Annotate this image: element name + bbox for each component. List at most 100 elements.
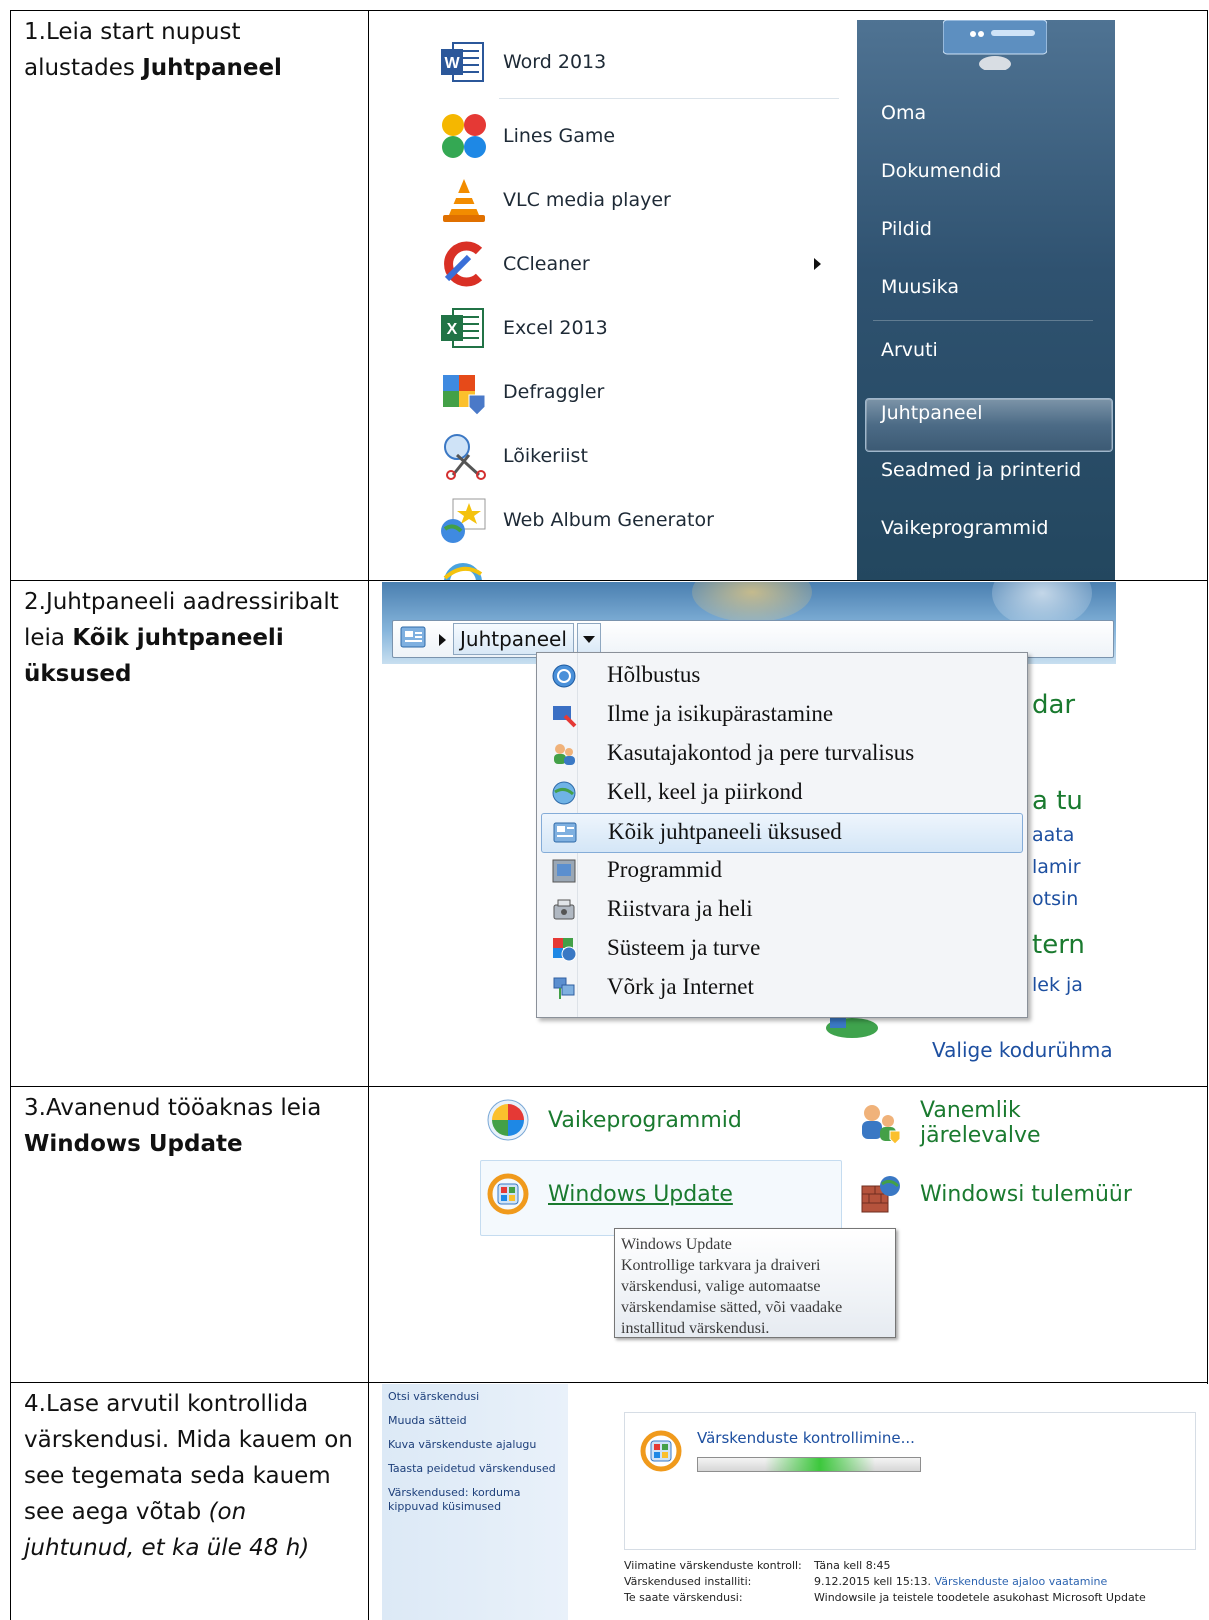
windows-update-icon (639, 1429, 683, 1473)
background-fragment: tern (1032, 930, 1085, 960)
place-vaikeprogrammid[interactable]: Vaikeprogrammid (881, 517, 1048, 539)
menu-item-riistvara[interactable]: Riistvara ja heli (541, 891, 1021, 929)
background-fragment: aata (1032, 824, 1075, 846)
menu-item-kell[interactable]: Kell, keel ja piirkond (541, 774, 1021, 812)
background-fragment: lek ja (1032, 974, 1083, 996)
table-border-top (10, 10, 1207, 11)
network-icon (551, 975, 577, 1001)
cp-item-vanemlik-jarelevalve[interactable]: Vanemlik järelevalve (858, 1098, 1148, 1148)
table-border-right (1207, 10, 1208, 1620)
start-menu-separator (499, 98, 839, 99)
sidebar-link-kkk[interactable]: Värskendused: korduma kippuvad küsimused (388, 1486, 564, 1514)
cp-item-label: Vaikeprogrammid (548, 1107, 742, 1133)
cp-item-windows-update[interactable]: Windows Update (486, 1172, 733, 1216)
snipping-tool-icon (439, 431, 489, 481)
menu-item-koik-juhtpaneeli-uksused[interactable]: Kõik juhtpaneeli üksused (541, 813, 1023, 853)
svg-text:W: W (444, 55, 460, 72)
homegroup-link[interactable]: Valige kodurühma (932, 1038, 1113, 1062)
background-fragment: otsin (1032, 888, 1079, 910)
place-oma[interactable]: Oma (881, 102, 926, 124)
menu-item-programmid[interactable]: Programmid (541, 852, 1021, 890)
control-panel-items-screenshot: Vaikeprogrammid Vanemlik järelevalve Win… (468, 1090, 1148, 1350)
windows-update-tooltip: Windows Update Kontrollige tarkvara ja d… (614, 1228, 896, 1338)
ccleaner-icon (439, 239, 489, 289)
start-item-excel[interactable]: X Excel 2013 (437, 296, 857, 360)
programs-icon (551, 858, 577, 884)
info-value-last-check: Täna kell 8:45 (814, 1559, 891, 1572)
menu-item-label: Kasutajakontod ja pere turvalisus (607, 740, 915, 765)
defraggler-icon (439, 367, 489, 417)
place-pildid[interactable]: Pildid (881, 218, 932, 240)
menu-item-label: Programmid (607, 857, 722, 882)
word-icon: W (439, 37, 489, 87)
menu-item-label: Võrk ja Internet (607, 974, 754, 999)
menu-item-vork[interactable]: Võrk ja Internet (541, 969, 1021, 1007)
cp-item-label: Windowsi tulemüür (920, 1181, 1132, 1207)
start-item-vlc[interactable]: VLC media player (437, 168, 857, 232)
table-border-row2 (10, 1086, 1207, 1087)
sidebar-link-ajalugu[interactable]: Kuva värskenduste ajalugu (388, 1438, 564, 1452)
progress-bar-fill (765, 1458, 875, 1471)
breadcrumb-juhtpaneel[interactable]: Juhtpaneel (453, 623, 574, 655)
place-arvuti[interactable]: Arvuti (881, 339, 938, 361)
svg-text:X: X (447, 321, 458, 338)
place-muusika[interactable]: Muusika (881, 276, 959, 298)
view-update-history-link[interactable]: Värskenduste ajaloo vaatamine (935, 1575, 1108, 1588)
control-panel-icon (399, 625, 427, 651)
start-item-snipping-tool[interactable]: Lõikeriist (437, 424, 857, 488)
firewall-icon (858, 1172, 902, 1216)
chevron-down-icon[interactable] (577, 623, 601, 655)
menu-item-label: Hõlbustus (607, 662, 701, 687)
info-label-receive: Te saate värskendusi: (624, 1591, 743, 1604)
start-item-label: VLC media player (503, 189, 671, 211)
start-item-label: CCleaner (503, 253, 590, 275)
step-3-text: 3.Avanenud tööaknas leia Windows Update (24, 1095, 322, 1157)
place-juhtpaneel[interactable]: Juhtpaneel (881, 402, 983, 424)
windows-update-icon (486, 1172, 530, 1216)
sidebar-link-muuda-satteid[interactable]: Muuda sätteid (388, 1414, 564, 1428)
user-accounts-icon (551, 741, 577, 767)
menu-item-susteem[interactable]: Süsteem ja turve (541, 930, 1021, 968)
menu-item-label: Kell, keel ja piirkond (607, 779, 803, 804)
tooltip-title: Windows Update (621, 1236, 732, 1253)
windows-update-link[interactable]: Windows Update (548, 1182, 733, 1207)
cp-item-vaikeprogrammid[interactable]: Vaikeprogrammid (486, 1098, 742, 1142)
progress-bar (697, 1457, 921, 1472)
step-4-text: 4.Lase arvutil kontrollida värskendusi. … (24, 1391, 353, 1561)
start-item-label: Word 2013 (503, 51, 607, 73)
submenu-arrow-icon[interactable] (814, 258, 821, 270)
menu-item-ilme[interactable]: Ilme ja isikupärastamine (541, 696, 1021, 734)
user-picture-icon (942, 20, 1048, 72)
start-item-lines-game[interactable]: Lines Game (437, 104, 857, 168)
ie-icon-partial (443, 560, 483, 580)
table-border-row1 (10, 580, 1207, 581)
hardware-sound-icon (551, 897, 577, 923)
menu-item-holbustus[interactable]: Hõlbustus (541, 657, 1021, 695)
system-security-icon (551, 936, 577, 962)
appearance-icon (551, 702, 577, 728)
start-item-defraggler[interactable]: Defraggler (437, 360, 857, 424)
ease-of-access-icon (551, 663, 577, 689)
menu-item-kasutajakontod[interactable]: Kasutajakontod ja pere turvalisus (541, 735, 1021, 773)
info-value-installed: 9.12.2015 kell 15:13. Värskenduste ajalo… (814, 1574, 1107, 1590)
background-fragment: dar (1032, 690, 1076, 720)
sidebar-link-otsi-varskendusi[interactable]: Otsi värskendusi (388, 1390, 564, 1404)
menu-item-label: Ilme ja isikupärastamine (607, 701, 834, 726)
all-items-icon (552, 820, 578, 846)
info-label-installed: Värskendused installiti: (624, 1575, 752, 1588)
start-item-ccleaner[interactable]: CCleaner (437, 232, 857, 296)
start-menu-programs-pane: W Word 2013 Lines Game VLC media player … (437, 20, 858, 580)
update-status-box: Värskenduste kontrollimine... (624, 1412, 1196, 1550)
place-seadmed-ja-printerid[interactable]: Seadmed ja printerid (881, 459, 1081, 481)
background-fragment: lamir (1032, 856, 1081, 878)
sidebar-link-taasta-peidetud[interactable]: Taasta peidetud värskendused (388, 1462, 564, 1476)
start-item-label: Excel 2013 (503, 317, 608, 339)
breadcrumb-arrow-icon[interactable] (439, 634, 446, 646)
place-dokumendid[interactable]: Dokumendid (881, 160, 1001, 182)
table-border-middle (368, 10, 369, 1620)
windows-update-sidebar: Otsi värskendusi Muuda sätteid Kuva värs… (382, 1384, 568, 1620)
start-item-word[interactable]: W Word 2013 (437, 30, 857, 94)
start-item-web-album[interactable]: Web Album Generator (437, 488, 857, 552)
cp-item-windowsi-tulemuur[interactable]: Windowsi tulemüür (858, 1172, 1132, 1216)
web-album-icon (439, 495, 489, 545)
